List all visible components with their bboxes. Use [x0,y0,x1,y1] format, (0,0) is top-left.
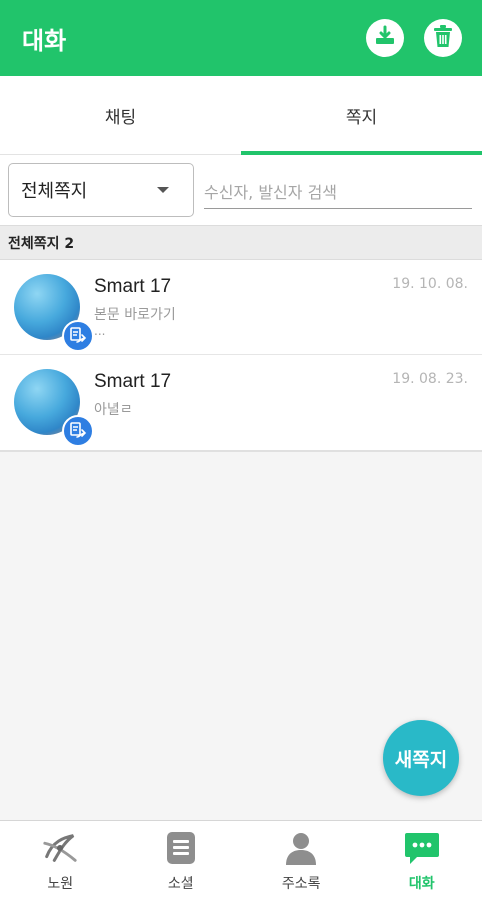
message-date: 19. 10. 08. [392,276,468,292]
delete-button[interactable] [424,19,462,57]
nowon-logo-icon [41,829,79,867]
app-bar: 대화 [0,0,482,76]
chat-icon [403,829,441,867]
message-more-text: ... [94,324,106,338]
search-input[interactable] [204,171,472,209]
filter-bar: 전체쪽지 [0,155,482,225]
sender-name: Smart 17 [94,276,172,297]
download-icon [373,24,397,52]
nav-label: 노원 [47,876,74,892]
message-preview: 아녈ㄹ [94,402,133,418]
message-row[interactable]: Smart 17 19. 08. 23. 아녈ㄹ [0,355,482,450]
nav-item-social[interactable]: 소셜 [121,821,242,900]
bottom-nav: 노원 소셜 주소록 대화 [0,820,482,900]
nav-label: 주소록 [281,876,321,892]
message-list: Smart 17 19. 10. 08. 본문 바로가기 ... Smart 1… [0,260,482,452]
trash-icon [432,24,454,52]
sender-name: Smart 17 [94,371,172,392]
dropdown-selected-label: 전체쪽지 [21,181,88,202]
nav-item-chat[interactable]: 대화 [362,821,482,900]
nav-label: 소셜 [167,876,194,892]
download-button[interactable] [366,19,404,57]
section-header: 전체쪽지 2 [0,225,482,260]
nav-item-contacts[interactable]: 주소록 [241,821,362,900]
tab-chat[interactable]: 채팅 [0,76,241,154]
new-note-button[interactable]: 새쪽지 [383,720,459,796]
message-preview: 본문 바로가기 [94,307,176,323]
nav-item-nowon[interactable]: 노원 [0,821,121,900]
tab-bar: 채팅 쪽지 [0,76,482,155]
caret-down-icon [157,187,169,193]
note-badge-icon [62,415,94,447]
nav-label: 대화 [408,876,435,892]
document-icon [162,829,200,867]
note-badge-icon [62,320,94,352]
note-filter-dropdown[interactable]: 전체쪽지 [8,163,194,217]
page-title: 대화 [22,26,67,55]
person-icon [282,829,320,867]
message-row[interactable]: Smart 17 19. 10. 08. 본문 바로가기 ... [0,260,482,355]
message-date: 19. 08. 23. [392,371,468,387]
tab-notes[interactable]: 쪽지 [241,76,482,155]
